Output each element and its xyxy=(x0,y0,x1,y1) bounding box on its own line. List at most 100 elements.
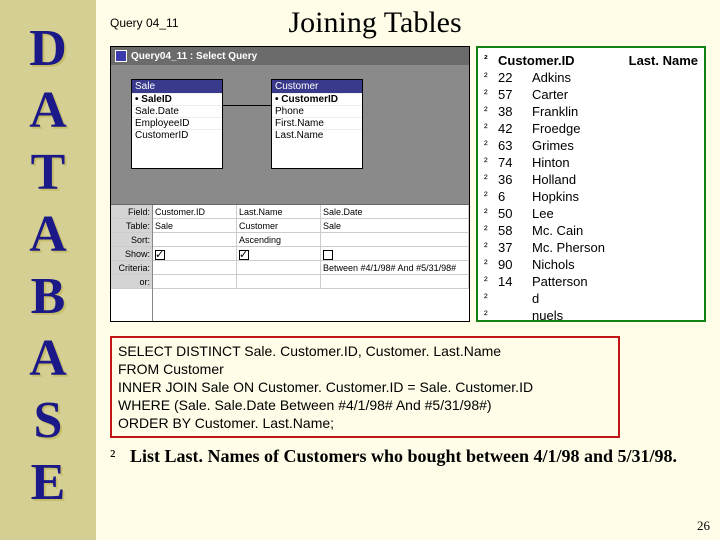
table-field: Sale.Date xyxy=(132,105,222,117)
query-grid: Customer.ID Last.Name Sale.Date Sale Cus… xyxy=(153,205,469,321)
results-row: ²36Holland xyxy=(484,171,698,188)
slide: D A T A B A S E Query 04_11 Joining Tabl… xyxy=(0,0,720,540)
results-row: ²57Carter xyxy=(484,86,698,103)
sidebar-letter: D xyxy=(29,18,67,80)
results-cell-lastname: Mc. Cain xyxy=(532,222,698,239)
table-field: • SaleID xyxy=(132,93,222,105)
join-line xyxy=(223,105,271,106)
results-row: ²42Froedge xyxy=(484,120,698,137)
sql-line: INNER JOIN Sale ON Customer. Customer.ID… xyxy=(118,378,612,396)
results-row: ²d xyxy=(484,290,698,307)
content-row: Query04_11 : Select Query Sale • SaleID … xyxy=(110,46,706,322)
sidebar-letter: A xyxy=(29,80,67,142)
results-cell-lastname: Froedge xyxy=(532,120,698,137)
grid-cell: Last.Name xyxy=(237,205,321,219)
bullet-icon: ² xyxy=(484,137,498,154)
results-cell-id: 6 xyxy=(498,188,532,205)
sql-line: ORDER BY Customer. Last.Name; xyxy=(118,414,612,432)
grid-row-labels: Field: Table: Sort: Show: Criteria: or: xyxy=(111,205,153,321)
row-label: or: xyxy=(111,275,152,289)
results-cell-id: 58 xyxy=(498,222,532,239)
grid-cell: Between #4/1/98# And #5/31/98# xyxy=(321,261,469,275)
results-cell-lastname: Carter xyxy=(532,86,698,103)
grid-cell xyxy=(321,275,469,289)
sql-line: FROM Customer xyxy=(118,360,612,378)
results-header-id: Customer.ID xyxy=(498,52,532,69)
sidebar-letter: E xyxy=(31,452,66,514)
table-header: Customer xyxy=(272,80,362,93)
results-cell-id: 57 xyxy=(498,86,532,103)
sidebar-letter: S xyxy=(34,390,63,452)
results-row: ²14Patterson xyxy=(484,273,698,290)
table-header: Sale xyxy=(132,80,222,93)
results-row: ²22Adkins xyxy=(484,69,698,86)
results-cell-lastname: d xyxy=(532,290,698,307)
table-box-sale: Sale • SaleID Sale.Date EmployeeID Custo… xyxy=(131,79,223,169)
results-cell-id: 74 xyxy=(498,154,532,171)
results-row: ²74Hinton xyxy=(484,154,698,171)
bullet-icon: ² xyxy=(484,307,498,322)
bullet-icon: ² xyxy=(484,52,498,69)
results-cell-lastname: Hinton xyxy=(532,154,698,171)
sidebar-letter: B xyxy=(31,266,66,328)
results-cell-lastname: Nichols xyxy=(532,256,698,273)
grid-cell-show xyxy=(321,247,469,261)
sql-box: SELECT DISTINCT Sale. Customer.ID, Custo… xyxy=(110,336,620,438)
table-box-customer: Customer • CustomerID Phone First.Name L… xyxy=(271,79,363,169)
question-line: ² List Last. Names of Customers who boug… xyxy=(110,446,706,467)
access-grid-pane: Field: Table: Sort: Show: Criteria: or: … xyxy=(111,205,469,321)
results-row: ² nuels xyxy=(484,307,698,322)
grid-cell: Customer.ID xyxy=(153,205,237,219)
grid-cell xyxy=(237,261,321,275)
row-label: Show: xyxy=(111,247,152,261)
checkbox-icon xyxy=(323,250,333,260)
results-cell-lastname: Patterson xyxy=(532,273,698,290)
page-number: 26 xyxy=(697,518,710,534)
bullet-icon: ² xyxy=(484,188,498,205)
left-sidebar: D A T A B A S E xyxy=(0,0,96,540)
bullet-icon: ² xyxy=(484,222,498,239)
results-cell-lastname: Adkins xyxy=(532,69,698,86)
query-reference: Query 04_11 xyxy=(110,16,179,30)
results-cell-lastname: Mc. Pherson xyxy=(532,239,698,256)
results-cell-id: 38 xyxy=(498,103,532,120)
grid-cell xyxy=(321,233,469,247)
results-header: ² Customer.ID Last. Name xyxy=(484,52,698,69)
grid-cell-show xyxy=(237,247,321,261)
table-field: EmployeeID xyxy=(132,117,222,129)
grid-cell xyxy=(153,233,237,247)
results-cell-id: 37 xyxy=(498,239,532,256)
grid-cell xyxy=(153,275,237,289)
results-rows: ²22Adkins²57Carter²38Franklin²42Froedge²… xyxy=(484,69,698,322)
bullet-icon: ² xyxy=(484,103,498,120)
results-cell-id: 42 xyxy=(498,120,532,137)
results-cell-lastname: Grimes xyxy=(532,137,698,154)
access-query-designer: Query04_11 : Select Query Sale • SaleID … xyxy=(110,46,470,322)
bullet-icon: ² xyxy=(484,120,498,137)
bullet-icon: ² xyxy=(484,239,498,256)
results-panel: ² Customer.ID Last. Name ²22Adkins²57Car… xyxy=(476,46,706,322)
checkbox-icon xyxy=(239,250,249,260)
access-titlebar: Query04_11 : Select Query xyxy=(111,47,469,65)
checkbox-icon xyxy=(155,250,165,260)
results-row: ²50Lee xyxy=(484,205,698,222)
table-field: Last.Name xyxy=(272,129,362,141)
access-icon xyxy=(115,50,127,62)
row-label: Sort: xyxy=(111,233,152,247)
page-title: Joining Tables xyxy=(219,6,707,40)
results-cell-lastname: nuels xyxy=(532,307,698,322)
main-area: Query 04_11 Joining Tables Query04_11 : … xyxy=(96,0,720,540)
row-label: Criteria: xyxy=(111,261,152,275)
bullet-icon: ² xyxy=(484,256,498,273)
grid-cell xyxy=(153,261,237,275)
table-field: • CustomerID xyxy=(272,93,362,105)
results-cell-lastname: Lee xyxy=(532,205,698,222)
grid-cell: Sale.Date xyxy=(321,205,469,219)
access-tables-pane: Sale • SaleID Sale.Date EmployeeID Custo… xyxy=(111,65,469,205)
grid-cell: Customer xyxy=(237,219,321,233)
grid-cell: Ascending xyxy=(237,233,321,247)
bullet-icon: ² xyxy=(484,290,498,307)
bullet-icon: ² xyxy=(484,171,498,188)
results-cell-lastname: Franklin xyxy=(532,103,698,120)
results-row: ²63Grimes xyxy=(484,137,698,154)
